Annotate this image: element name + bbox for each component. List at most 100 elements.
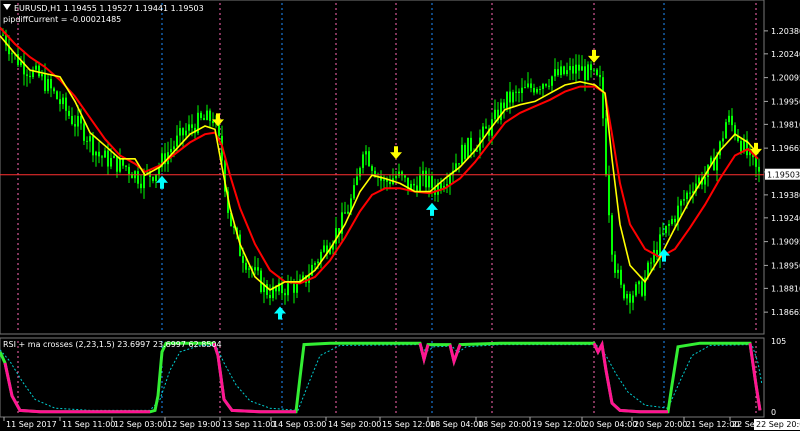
candle-body	[344, 212, 346, 214]
candle-body	[494, 109, 496, 120]
candle-body	[206, 110, 208, 121]
candle-body	[185, 130, 187, 136]
candle-body	[266, 284, 268, 295]
candle-body	[92, 136, 94, 156]
candle-body	[356, 176, 358, 186]
candle-body	[53, 88, 55, 92]
candle-body	[182, 128, 184, 136]
candle-body	[26, 74, 28, 76]
candle-body	[569, 66, 571, 71]
candle-body	[383, 179, 385, 181]
price-tick-label: 1.19810	[771, 120, 800, 129]
candle-body	[56, 91, 58, 100]
rsi-panel-frame	[0, 337, 765, 418]
time-tick-label: 15 Sep 12:00	[382, 420, 435, 429]
candle-body	[557, 69, 559, 76]
candle-body	[503, 102, 505, 109]
candle-body	[725, 122, 727, 139]
candle-body	[602, 77, 604, 119]
candle-body	[611, 215, 613, 255]
candle-body	[209, 110, 211, 121]
candle-body	[41, 74, 43, 77]
candle-body	[515, 91, 517, 93]
candle-body	[683, 199, 685, 201]
candle-body	[458, 163, 460, 165]
candle-body	[524, 87, 526, 89]
trading-chart[interactable]: EURUSD,H1 1.19455 1.19527 1.19441 1.1950…	[0, 0, 800, 431]
candle-body	[545, 84, 547, 86]
candle-body	[638, 281, 640, 285]
candle-body	[152, 177, 154, 182]
candle-body	[35, 65, 37, 70]
candle-body	[608, 174, 610, 216]
rsi-panel[interactable]: RSI + ma crosses (2,23,1.5) 23.6997 23.6…	[0, 337, 765, 418]
candle-body	[518, 91, 520, 94]
price-tick-label: 1.18810	[771, 284, 800, 293]
candle-body	[140, 183, 142, 189]
price-tick-label: 1.18665	[771, 308, 800, 317]
candle-body	[248, 268, 250, 270]
candle-body	[395, 175, 397, 179]
candle-body	[500, 102, 502, 121]
candle-body	[425, 170, 427, 188]
candle-body	[584, 66, 586, 81]
time-tick-label: 11 Sep 2017	[6, 420, 57, 429]
candle-body	[203, 118, 205, 121]
candle-body	[560, 66, 562, 76]
candle-body	[365, 151, 367, 155]
candle-body	[485, 126, 487, 129]
candle-body	[101, 156, 103, 158]
candle-body	[257, 267, 259, 271]
rsi-title: RSI + ma crosses (2,23,1.5) 23.6997 23.6…	[3, 340, 222, 349]
candle-body	[509, 91, 511, 103]
candle-body	[2, 34, 4, 36]
candle-body	[404, 175, 406, 178]
candle-body	[512, 92, 514, 103]
candle-body	[686, 192, 688, 200]
candle-body	[89, 136, 91, 142]
candle-body	[731, 115, 733, 126]
candle-body	[551, 76, 553, 86]
candle-body	[593, 69, 595, 71]
candle-body	[254, 267, 256, 271]
candle-body	[323, 245, 325, 252]
candle-body	[98, 151, 100, 157]
candle-body	[137, 171, 139, 184]
candle-body	[554, 69, 556, 77]
time-tick-label: 18 Sep 04:00	[430, 420, 483, 429]
candle-body	[665, 225, 667, 234]
candle-body	[650, 262, 652, 264]
candle-body	[542, 84, 544, 89]
price-tick-label: 1.19095	[771, 238, 800, 247]
candle-body	[59, 99, 61, 105]
candle-body	[413, 183, 415, 186]
price-tick-label: 1.19380	[771, 191, 800, 200]
candle-body	[635, 284, 637, 296]
candle-body	[245, 262, 247, 270]
candle-body	[626, 293, 628, 299]
price-panel[interactable]: EURUSD,H1 1.19455 1.19527 1.19441 1.1950…	[0, 0, 765, 335]
candle-body	[467, 137, 469, 159]
candle-body	[242, 256, 244, 263]
candle-body	[740, 141, 742, 152]
candle-body	[689, 192, 691, 194]
candle-body	[368, 151, 370, 167]
candle-body	[419, 175, 421, 192]
time-tick-label: 20 Sep 04:00	[584, 420, 637, 429]
candle-body	[671, 218, 673, 225]
time-tick-label: 12 Sep 03:00	[114, 420, 167, 429]
candle-body	[200, 112, 202, 119]
candle-body	[590, 64, 592, 71]
candle-body	[653, 249, 655, 263]
candle-body	[44, 74, 46, 91]
candle-body	[533, 87, 535, 93]
candle-body	[371, 166, 373, 171]
candle-body	[464, 144, 466, 159]
candle-body	[29, 75, 31, 78]
candle-body	[179, 128, 181, 136]
candle-body	[74, 124, 76, 127]
candle-body	[362, 154, 364, 168]
candle-body	[428, 176, 430, 188]
candle-body	[596, 69, 598, 75]
candle-body	[680, 200, 682, 206]
